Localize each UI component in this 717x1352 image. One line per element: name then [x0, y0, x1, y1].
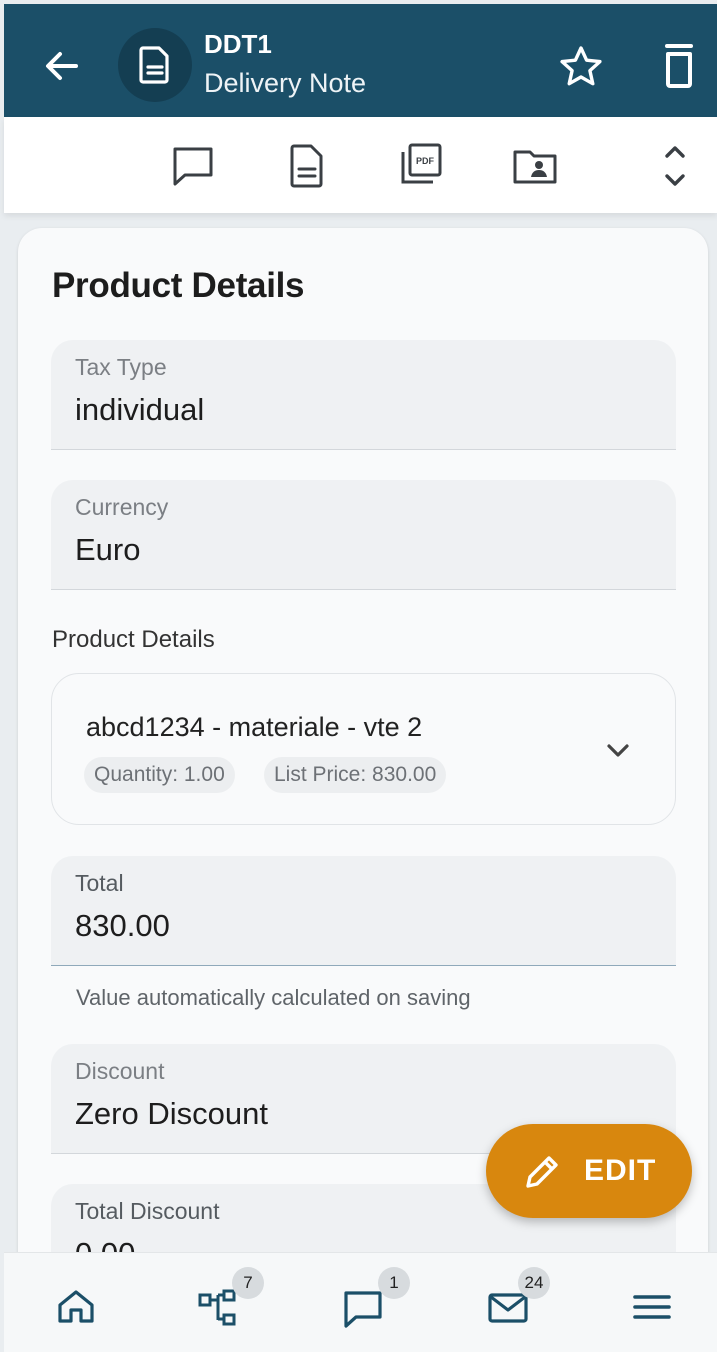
field-value: Euro — [75, 532, 141, 567]
currency-field[interactable]: Currency Euro — [51, 480, 676, 590]
list-price-chip: List Price: 830.00 — [264, 757, 447, 793]
comment-icon[interactable] — [168, 141, 218, 191]
document-icon — [139, 46, 169, 84]
svg-text:PDF: PDF — [416, 156, 435, 166]
pdf-icon[interactable]: PDF — [396, 141, 446, 191]
document-icon[interactable] — [282, 141, 332, 191]
field-value: 830.00 — [75, 908, 170, 943]
chevron-down-icon[interactable] — [600, 732, 636, 768]
product-line-item[interactable]: abcd1234 - materiale - vte 2 Quantity: 1… — [51, 673, 676, 825]
badge-count: 7 — [232, 1267, 264, 1299]
screen: DDT1 Delivery Note PDF Product Details T… — [0, 0, 717, 1352]
trash-icon[interactable] — [654, 40, 704, 92]
total-field[interactable]: Total 830.00 — [51, 856, 676, 966]
field-value: individual — [75, 392, 205, 427]
pencil-icon — [526, 1156, 558, 1188]
star-icon[interactable] — [556, 42, 606, 92]
product-details-label: Product Details — [52, 626, 215, 653]
contact-folder-icon[interactable] — [510, 141, 560, 191]
arrow-left-icon[interactable] — [38, 42, 86, 90]
edit-button-label: EDIT — [584, 1154, 657, 1187]
field-label: Total Discount — [75, 1198, 220, 1224]
product-name: abcd1234 - materiale - vte 2 — [86, 712, 423, 742]
app-bar: DDT1 Delivery Note — [4, 4, 717, 117]
quantity-chip: Quantity: 1.00 — [84, 757, 235, 793]
record-title: DDT1 — [204, 29, 272, 59]
helper-text: Value automatically calculated on saving — [76, 985, 471, 1010]
field-value: Zero Discount — [75, 1096, 268, 1131]
record-avatar — [118, 28, 192, 102]
field-label: Tax Type — [75, 354, 167, 380]
action-toolbar: PDF — [4, 117, 717, 213]
badge-count: 24 — [518, 1267, 550, 1299]
badge-count: 1 — [378, 1267, 410, 1299]
menu-icon[interactable] — [626, 1281, 678, 1333]
bottom-nav: 7 1 24 — [4, 1252, 717, 1352]
expand-collapse-icon[interactable] — [650, 141, 700, 191]
tax-type-field[interactable]: Tax Type individual — [51, 340, 676, 450]
edit-button[interactable]: EDIT — [486, 1124, 692, 1218]
record-subtitle: Delivery Note — [204, 68, 367, 98]
field-label: Total — [75, 870, 124, 896]
field-label: Discount — [75, 1058, 165, 1084]
home-icon[interactable] — [50, 1281, 102, 1333]
section-title: Product Details — [52, 266, 305, 305]
field-label: Currency — [75, 494, 169, 520]
